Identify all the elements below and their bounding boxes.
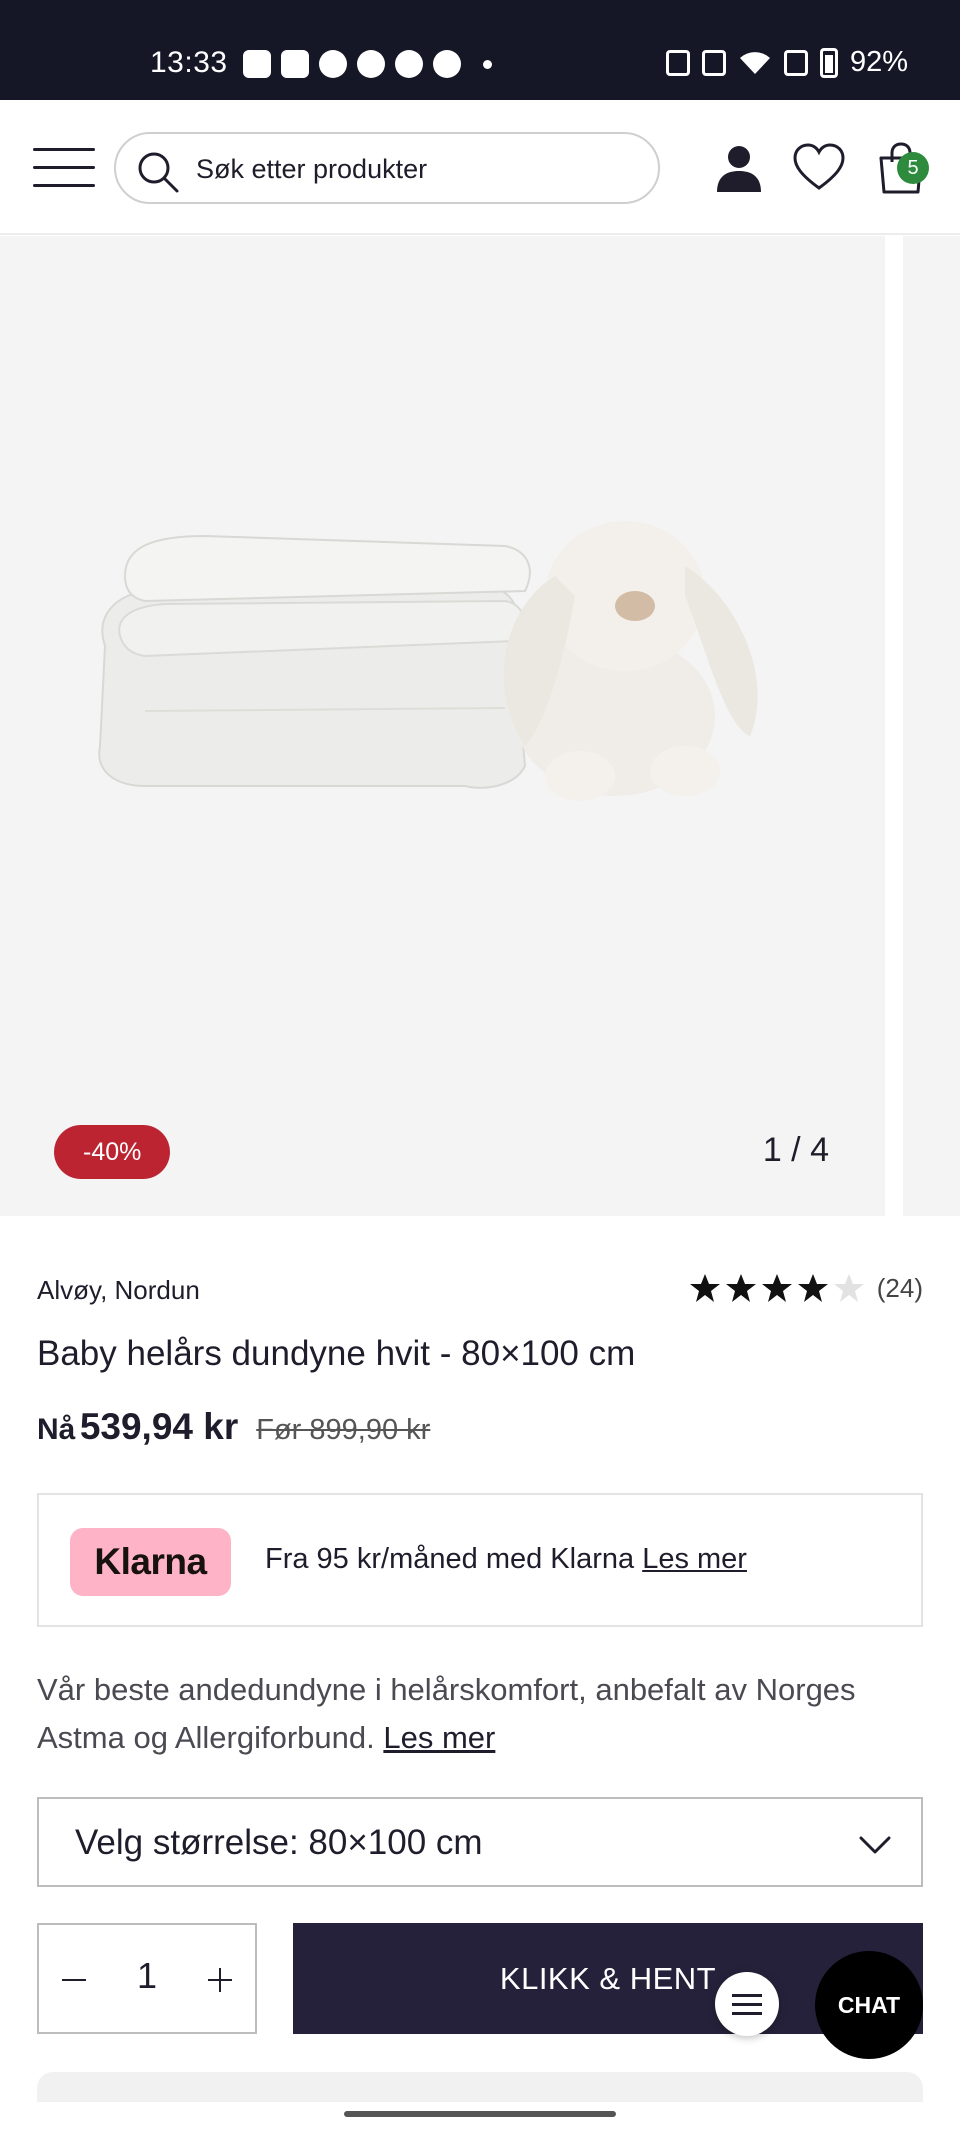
size-select-label: Velg størrelse: 80×100 cm	[75, 1823, 483, 1862]
gmail-icon	[281, 50, 309, 78]
klarna-text: Fra 95 kr/måned med Klarna	[265, 1543, 635, 1575]
price-now: 539,94 kr	[79, 1406, 239, 1447]
description-read-more-link[interactable]: Les mer	[383, 1720, 495, 1755]
battery-level: 92%	[849, 46, 908, 78]
next-section-peek	[37, 2072, 923, 2102]
price-was: Før 899,90 kr	[256, 1414, 431, 1446]
wifi-icon	[739, 51, 770, 74]
chevron-down-icon	[859, 1836, 891, 1854]
price-row: Nå 539,94 kr Før 899,90 kr	[37, 1406, 430, 1448]
discount-badge: -40%	[54, 1125, 171, 1179]
product-rating[interactable]: (24)	[689, 1272, 923, 1304]
search-icon	[138, 152, 179, 193]
nfc-icon	[665, 49, 690, 76]
bereal-icon	[243, 50, 271, 78]
home-indicator[interactable]	[344, 2111, 616, 2117]
product-image	[98, 521, 758, 801]
star-filled-icon	[797, 1274, 828, 1302]
messenger-icon	[357, 50, 385, 78]
site-header	[0, 100, 960, 235]
next-image-peek[interactable]	[903, 236, 960, 1216]
battery-icon	[819, 47, 838, 78]
heart-icon[interactable]	[791, 140, 847, 196]
product-image-gallery[interactable]: -40% 1 / 4	[0, 236, 885, 1216]
menu-icon[interactable]	[33, 148, 95, 188]
rating-count: (24)	[876, 1272, 923, 1303]
price-now-label: Nå	[37, 1413, 76, 1446]
no-sim-icon	[783, 49, 808, 76]
star-filled-icon	[725, 1274, 756, 1302]
chat-button[interactable]: CHAT	[815, 1951, 923, 2059]
star-filled-icon	[689, 1274, 720, 1302]
klarna-read-more-link[interactable]: Les mer	[642, 1543, 747, 1575]
cart-count-badge: 5	[897, 152, 929, 184]
product-description: Vår beste andedundyne i helårskomfort, a…	[37, 1666, 927, 1762]
notification-icons	[243, 50, 492, 78]
status-time: 13:33	[150, 46, 228, 79]
hm-icon	[319, 50, 347, 78]
klarna-box: Klarna Fra 95 kr/måned med Klarna Les me…	[37, 1493, 923, 1627]
search-input[interactable]	[196, 144, 636, 194]
klarna-info: Fra 95 kr/måned med Klarna Les mer	[265, 1543, 747, 1576]
plus-icon[interactable]	[205, 1965, 235, 1995]
klarna-logo: Klarna	[70, 1528, 231, 1596]
size-select[interactable]: Velg størrelse: 80×100 cm	[37, 1797, 923, 1887]
product-title: Baby helårs dundyne hvit - 80×100 cm	[37, 1334, 636, 1373]
quantity-stepper: 1	[37, 1923, 257, 2034]
star-filled-icon	[761, 1274, 792, 1302]
account-icon[interactable]	[711, 140, 767, 196]
floating-menu-button[interactable]	[715, 1972, 779, 2036]
more-notifications-dot	[483, 59, 492, 69]
vibrate-icon	[701, 49, 726, 76]
status-bar: 13:33 92%	[0, 0, 960, 100]
bolt-icon	[433, 50, 461, 78]
image-counter: 1 / 4	[762, 1131, 829, 1169]
price-now-block: Nå 539,94 kr	[37, 1406, 238, 1448]
search-bar[interactable]	[114, 132, 660, 204]
product-brand[interactable]: Alvøy, Nordun	[37, 1275, 200, 1306]
system-icons: 92%	[665, 46, 908, 79]
star-empty-icon	[833, 1274, 864, 1302]
stack-icon	[395, 50, 423, 78]
